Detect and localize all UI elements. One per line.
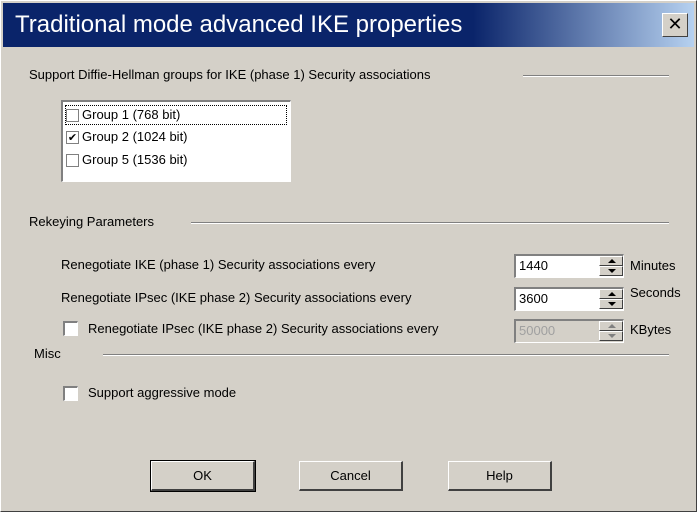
arrow-up-icon bbox=[608, 292, 616, 296]
ipsec-lifetime-spinner[interactable]: 3600 bbox=[514, 287, 624, 311]
ike-lifetime-unit: Minutes bbox=[630, 258, 676, 273]
ipsec-spin-down[interactable] bbox=[599, 299, 623, 309]
ipsec-kbytes-checkbox[interactable] bbox=[63, 321, 78, 336]
rekeying-legend: Rekeying Parameters bbox=[29, 214, 154, 229]
arrow-down-icon bbox=[608, 302, 616, 306]
aggressive-mode-checkbox[interactable] bbox=[63, 386, 78, 401]
group-2-label: Group 2 (1024 bit) bbox=[82, 129, 188, 144]
group-1-checkbox[interactable] bbox=[66, 109, 79, 122]
rekeying-divider bbox=[191, 222, 669, 224]
help-button[interactable]: Help bbox=[448, 461, 552, 491]
close-button[interactable]: ✕ bbox=[662, 13, 688, 37]
ike-spin-down[interactable] bbox=[599, 266, 623, 276]
checkmark-icon: ✔ bbox=[67, 131, 78, 144]
ike-spin-up[interactable] bbox=[599, 256, 623, 266]
ipsec-kbytes-spinner: 50000 bbox=[514, 319, 624, 343]
misc-legend: Misc bbox=[34, 346, 61, 361]
ok-button[interactable]: OK bbox=[150, 460, 256, 492]
cancel-button[interactable]: Cancel bbox=[299, 461, 403, 491]
ipsec-kbytes-label: Renegotiate IPsec (IKE phase 2) Security… bbox=[88, 321, 439, 336]
close-icon: ✕ bbox=[667, 14, 683, 35]
arrow-up-icon bbox=[608, 259, 616, 263]
dh-groups-legend: Support Diffie-Hellman groups for IKE (p… bbox=[29, 67, 431, 82]
ipsec-lifetime-value[interactable]: 3600 bbox=[519, 291, 548, 306]
kbytes-spin-up bbox=[599, 321, 623, 331]
ike-lifetime-spinner[interactable]: 1440 bbox=[514, 254, 624, 278]
ipsec-kbytes-unit: KBytes bbox=[630, 322, 672, 337]
group-1-label: Group 1 (768 bit) bbox=[82, 107, 181, 122]
aggressive-mode-label: Support aggressive mode bbox=[88, 385, 237, 400]
arrow-down-icon bbox=[608, 269, 616, 273]
misc-divider bbox=[103, 354, 669, 356]
list-item-group-1[interactable]: Group 1 (768 bit) bbox=[65, 105, 287, 125]
list-item-group-5[interactable]: Group 5 (1536 bit) bbox=[65, 150, 287, 170]
ike-lifetime-value[interactable]: 1440 bbox=[519, 258, 548, 273]
arrow-down-icon bbox=[608, 334, 616, 338]
group-5-label: Group 5 (1536 bit) bbox=[82, 152, 188, 167]
window-title: Traditional mode advanced IKE properties bbox=[15, 11, 463, 38]
ike-lifetime-label: Renegotiate IKE (phase 1) Security assoc… bbox=[61, 257, 376, 272]
ipsec-lifetime-label: Renegotiate IPsec (IKE phase 2) Security… bbox=[61, 290, 412, 305]
dh-groups-listbox[interactable]: Group 1 (768 bit) ✔ Group 2 (1024 bit) G… bbox=[61, 100, 291, 182]
title-bar[interactable]: Traditional mode advanced IKE properties… bbox=[3, 3, 694, 47]
ipsec-lifetime-unit: Seconds bbox=[630, 285, 681, 300]
ipsec-kbytes-value: 50000 bbox=[519, 323, 556, 338]
ipsec-spin-up[interactable] bbox=[599, 289, 623, 299]
ike-properties-dialog: Traditional mode advanced IKE properties… bbox=[0, 0, 697, 512]
group-5-checkbox[interactable] bbox=[66, 154, 79, 167]
arrow-up-icon bbox=[608, 324, 616, 328]
dh-groups-divider bbox=[523, 75, 669, 77]
group-2-checkbox[interactable]: ✔ bbox=[66, 131, 79, 144]
list-item-group-2[interactable]: ✔ Group 2 (1024 bit) bbox=[65, 127, 287, 147]
kbytes-spin-down bbox=[599, 331, 623, 341]
